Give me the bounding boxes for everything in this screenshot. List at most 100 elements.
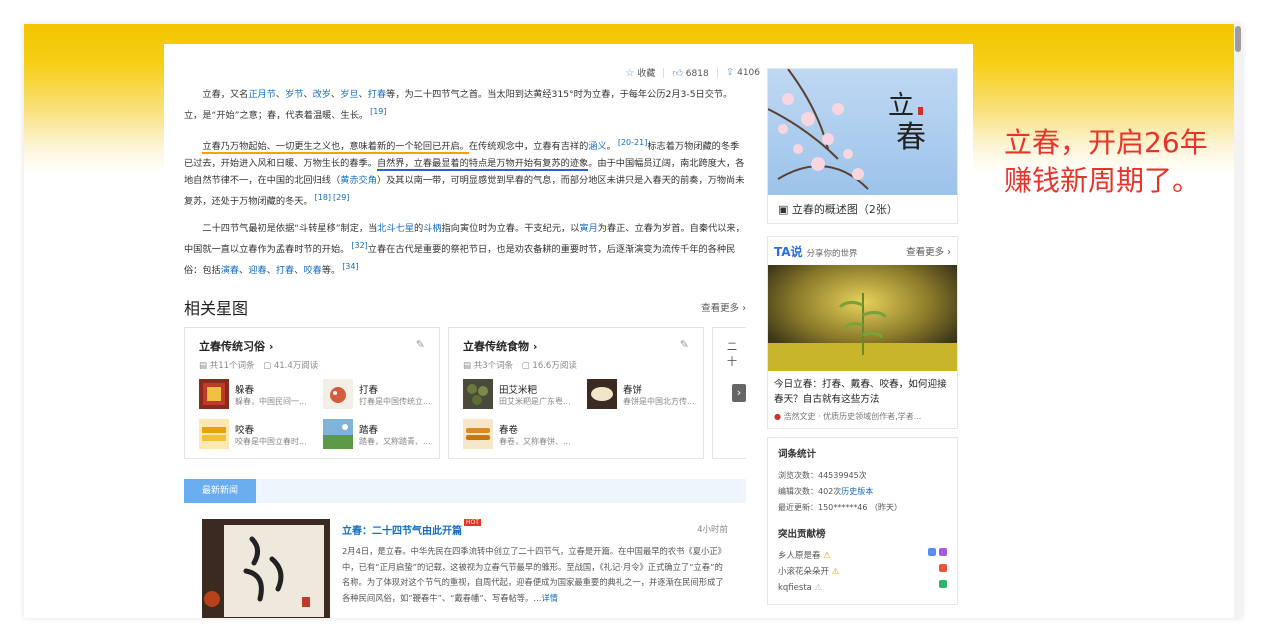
edit-icon[interactable]: ✎	[416, 338, 425, 351]
hero-caption[interactable]: ▣ 立春的概述图（2张）	[768, 195, 957, 223]
news-detail-link[interactable]: 详情	[541, 593, 558, 603]
doc-icon: ▤	[199, 361, 208, 372]
item-name: 春卷	[499, 424, 519, 436]
reference-18[interactable]: [18]	[315, 193, 331, 202]
contributor-row[interactable]: kqfiesta ⚠	[778, 580, 947, 596]
text: 、	[331, 89, 341, 100]
hero-card[interactable]: 立 春 ▣ 立春的概述图（2张）	[767, 68, 958, 224]
card-items: 躲春 躲春，中国民间一... 打春 打春是中国传统立... 咬春 咬春是中国立春时..…	[199, 379, 431, 450]
favorite-button[interactable]: ☆ 收藏	[625, 66, 655, 79]
link-huangchijiaojiao[interactable]: 黄赤交角	[340, 175, 377, 186]
paragraph-2: 立春乃万物起始、一切更生之义也，意味着新的一个轮回已开启。在传统观念中，立春有吉…	[184, 134, 746, 210]
like-button[interactable]: 👍︎ 6818	[672, 67, 708, 79]
list-item[interactable]: 春饼 春饼是中国北方传...	[587, 379, 703, 410]
ta-article-title[interactable]: 今日立春：打春、戴春、咬春，如何迎接春天？自古就有这些方法	[768, 371, 957, 409]
reference-29[interactable]: [29]	[333, 193, 349, 202]
item-name: 咬春	[235, 424, 255, 436]
card-foods[interactable]: 立春传统食物 › ✎ ▤ 共3个词条 ▢ 16.6万阅读 田艾米粑 田艾米粑是广东…	[448, 327, 704, 460]
link-suidan[interactable]: 岁旦	[340, 89, 358, 100]
paragraph-3: 二十四节气最初是依据“斗转星移”制定，当北斗七星的斗柄指向寅位时为立春。干支纪元…	[184, 220, 746, 279]
favorite-label: 收藏	[637, 69, 656, 79]
card-title[interactable]: 立春传统食物 ›	[463, 338, 689, 354]
link-doubing[interactable]: 斗柄	[423, 223, 441, 234]
card-items: 田艾米粑 田艾米粑是广东粤... 春饼 春饼是中国北方传... 春卷 春卷，又称春饼、…	[463, 379, 695, 450]
contributor-row[interactable]: 乡人原是春 ⚠	[778, 548, 947, 564]
main-column: ☆ 收藏 👍︎ 6818 ⇪ 4106 立春，又名正月节、岁节、改岁、岁旦、打春等，为…	[184, 44, 760, 618]
chevron-right-icon: ›	[947, 247, 951, 258]
link-yingchun[interactable]: 迎春	[248, 265, 266, 276]
news-thumbnail[interactable]	[202, 519, 330, 618]
link-hanyi[interactable]: 涵义	[588, 141, 606, 152]
text: 立春，又名	[202, 89, 249, 100]
list-item[interactable]: 躲春 躲春，中国民间一...	[199, 379, 315, 410]
contributor-row[interactable]: 小滚花朵朵开 ⚠	[778, 564, 947, 580]
history-link[interactable]: 历史版本	[841, 487, 873, 496]
badge-icon	[939, 548, 947, 556]
overlay-line-2: 赚钱新周期了。	[1004, 164, 1201, 197]
link-zhengyuejie[interactable]: 正月节	[248, 89, 276, 100]
link-beidouqixing[interactable]: 北斗七星	[377, 223, 414, 234]
article-actions: ☆ 收藏 👍︎ 6818 ⇪ 4106	[625, 66, 760, 79]
text: 、	[239, 265, 249, 277]
link-yinyue[interactable]: 寅月	[579, 223, 597, 234]
share-icon: ⇪	[725, 67, 735, 78]
ta-more-label: 查看更多	[906, 247, 945, 258]
chevron-right-icon: ›	[268, 340, 274, 354]
card-meta: ▤ 共11个词条 ▢ 41.4万阅读	[199, 359, 425, 371]
list-item[interactable]: 田艾米粑 田艾米粑是广东粤...	[463, 379, 579, 410]
item-name: 田艾米粑	[499, 384, 538, 396]
reference-34[interactable]: [34]	[342, 262, 358, 271]
link-yaochun[interactable]: 咬春	[303, 265, 321, 276]
list-item[interactable]: 咬春 咬春是中国立春时...	[199, 419, 315, 450]
share-button[interactable]: ⇪ 4106	[726, 67, 760, 78]
card-customs[interactable]: 立春传统习俗 › ✎ ▤ 共11个词条 ▢ 41.4万阅读 躲春 躲春，中国民间一…	[184, 327, 440, 460]
thumbs-up-icon: 👍︎	[672, 67, 683, 79]
read-icon: ▢	[521, 361, 530, 372]
news-tabbar: 最新新闻	[184, 479, 746, 504]
link-dachun-2[interactable]: 打春	[276, 265, 294, 276]
news-item: 立春：二十四节气由此开篇HOT 4小时前 2月4日，是立春。中华先民在四季流转中…	[184, 519, 746, 618]
link-dachun[interactable]: 打春	[368, 89, 386, 100]
stat-last-update: 最近更新：150******46 （昨天）	[778, 503, 902, 512]
thumb-chunjuan	[463, 419, 493, 450]
scrollbar-thumb[interactable]	[1235, 26, 1241, 52]
chevron-right-icon: ›	[532, 340, 538, 354]
item-name: 春饼	[623, 384, 643, 396]
news-time: 4小时前	[697, 524, 728, 535]
list-item[interactable]: 踏春 踏春，又称踏青、...	[323, 419, 439, 450]
related-more-link[interactable]: 查看更多 ›	[701, 300, 746, 314]
thumb-dachun	[323, 379, 353, 410]
reference-32[interactable]: [32]	[351, 241, 367, 250]
link-yanchun[interactable]: 演春	[221, 265, 239, 276]
ta-image[interactable]	[768, 265, 957, 371]
thumb-tianaimiba	[463, 379, 493, 410]
hero-caption-text: 立春的概述图（2张）	[791, 203, 898, 216]
edit-icon[interactable]: ✎	[680, 338, 689, 351]
tab-latest-news[interactable]: 最新新闻	[184, 479, 256, 504]
ta-more-link[interactable]: 查看更多 ›	[906, 244, 951, 258]
link-suijie[interactable]: 岁节	[285, 89, 303, 100]
sidebar: 立 春 ▣ 立春的概述图（2张） TA说 分享你的世界 查看更多 › 今日立春：…	[767, 68, 958, 605]
news-summary-text: 2月4日，是立春。中华先民在四季流转中创立了二十四节气，立春是开篇。在中国最早的…	[342, 546, 726, 603]
list-item[interactable]: 打春 打春是中国传统立...	[323, 379, 439, 410]
item-desc: 田艾米粑是广东粤...	[499, 396, 571, 406]
overlay-caption: 立春，开启26年 赚钱新周期了。	[1004, 124, 1234, 200]
list-item[interactable]: 春卷 春卷，又称春饼、...	[463, 419, 579, 450]
card-title[interactable]: 立春传统习俗 ›	[199, 338, 425, 354]
gallery-icon: ▣	[778, 203, 789, 216]
carousel-next-button[interactable]: ›	[732, 384, 746, 403]
like-count: 6818	[685, 68, 709, 79]
thumb-duochun	[199, 379, 229, 410]
news-title-link[interactable]: 立春：二十四节气由此开篇	[342, 526, 462, 537]
stat-edits: 编辑次数：402次历史版本	[778, 484, 947, 500]
divider	[663, 67, 665, 78]
reference-20-21[interactable]: [20-21]	[618, 138, 648, 147]
link-gaisui[interactable]: 改岁	[313, 89, 331, 100]
text: 等。	[321, 265, 341, 277]
hero-image[interactable]: 立 春	[768, 69, 957, 195]
reference-19[interactable]: [19]	[370, 107, 386, 116]
more-label: 查看更多	[701, 303, 740, 315]
related-cards: 立春传统习俗 › ✎ ▤ 共11个词条 ▢ 41.4万阅读 躲春 躲春，中国民间一…	[184, 327, 746, 461]
badge-icon	[939, 580, 947, 588]
page-scrollbar[interactable]	[1234, 24, 1242, 618]
